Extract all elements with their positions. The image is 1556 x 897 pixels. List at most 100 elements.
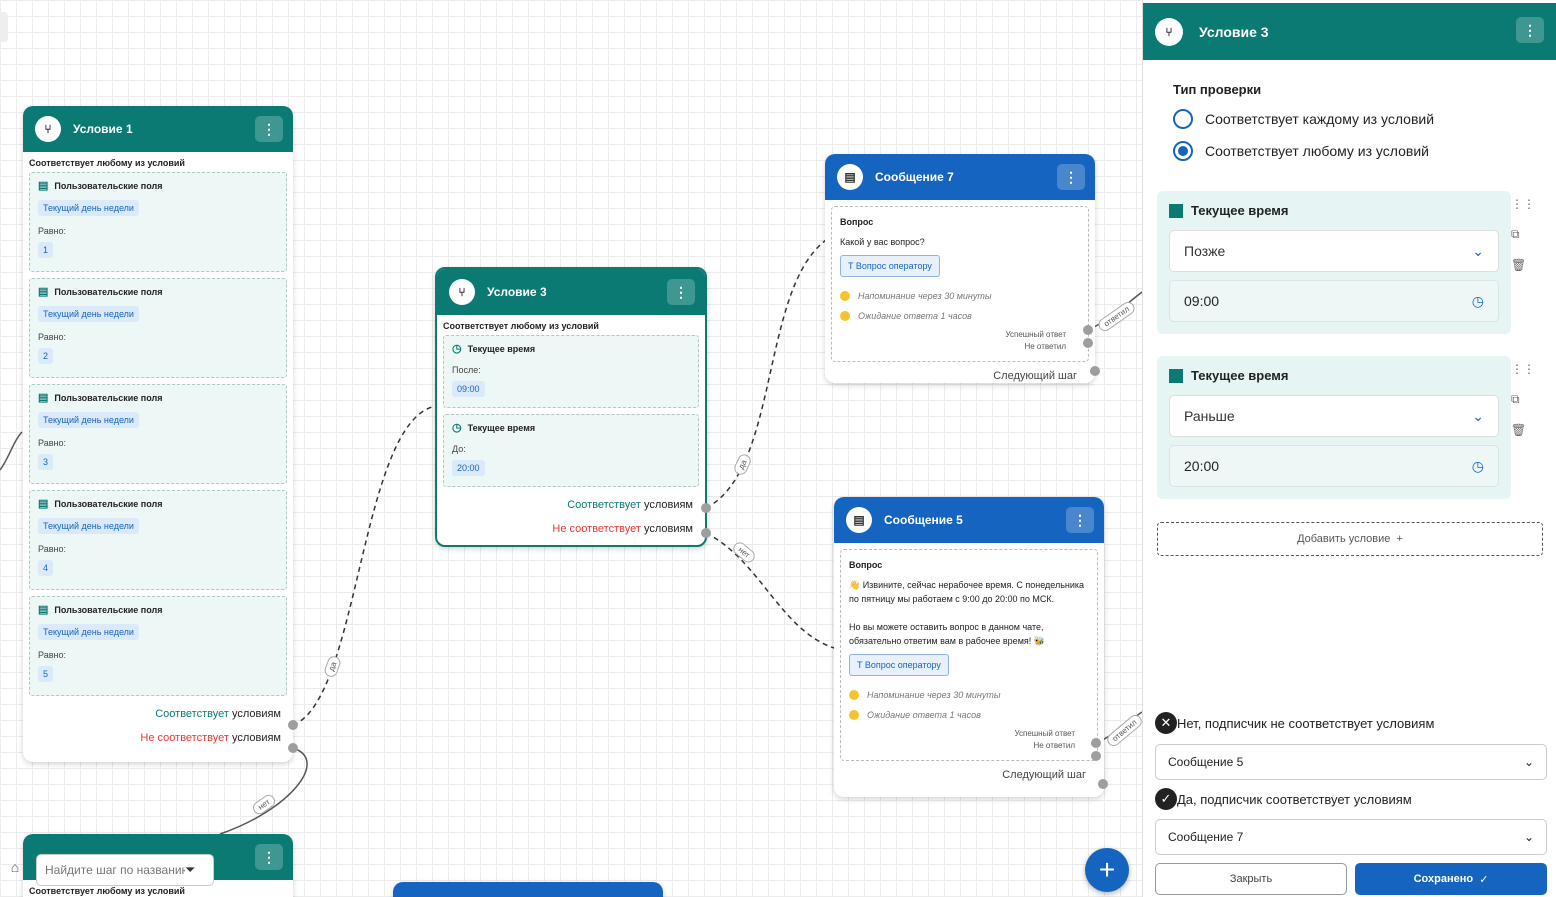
operator-label: До: — [452, 444, 466, 454]
output-success: Успешный ответ — [1005, 330, 1066, 339]
color-square — [1169, 368, 1183, 383]
reply-button-chip: T Вопрос оператору — [840, 255, 940, 277]
output-port-no-answer[interactable] — [1091, 751, 1101, 761]
clock-icon: ◷ — [452, 343, 462, 355]
condition-title: Текущее время — [1169, 368, 1499, 383]
copy-icon[interactable]: ⧉ — [1511, 392, 1535, 407]
condition-actions: ⋮⋮ ⧉ 🗑 — [1511, 197, 1535, 272]
output-match: Соответствует условиям — [567, 499, 693, 511]
clock-icon — [840, 311, 850, 321]
more-menu-button[interactable]: ⋮ — [667, 279, 695, 305]
branch-icon: ⑂ — [35, 116, 61, 142]
drag-handle-icon[interactable]: ⋮⋮ — [1511, 197, 1535, 211]
node-condition-1[interactable]: ⑂ Условие 1 ⋮ Соответствует любому из ус… — [23, 106, 293, 762]
yes-branch-select[interactable]: Сообщение 7 ⌄ — [1155, 819, 1547, 855]
check-type-section: Тип проверки Соответствует каждому из ус… — [1173, 82, 1434, 161]
message-content: Вопрос Какой у вас вопрос? T Вопрос опер… — [831, 206, 1089, 362]
field-chip: Текущий день недели — [38, 412, 139, 428]
copy-icon[interactable]: ⧉ — [1511, 227, 1535, 242]
edge-cond3-no — [705, 532, 835, 649]
node-header: ⑂ Условие 1 ⋮ — [23, 106, 293, 152]
more-menu-button[interactable]: ⋮ — [255, 844, 283, 870]
add-condition-button[interactable]: Добавить условие + — [1157, 522, 1543, 556]
clock-icon: ◷ — [1471, 292, 1484, 309]
operator-label: Равно: — [38, 226, 66, 236]
trash-icon[interactable]: 🗑 — [1511, 423, 1535, 437]
condition-item: ◷ Текущее время До: 20:00 — [443, 414, 699, 487]
output-port-nomatch[interactable] — [701, 528, 711, 538]
more-menu-button[interactable]: ⋮ — [1066, 507, 1094, 533]
field-chip: Текущий день недели — [38, 200, 139, 216]
condition-title: Текущее время — [1169, 203, 1499, 218]
next-step-label: Следующий шаг — [1002, 769, 1086, 781]
reply-button-chip: T Вопрос оператору — [849, 654, 949, 676]
reminder-line: Напоминание через 30 минуты — [849, 688, 1089, 702]
value-chip: 09:00 — [452, 381, 485, 397]
operator-label: Равно: — [38, 438, 66, 448]
edge-label-answered: ответил — [1104, 712, 1142, 749]
output-port-success[interactable] — [1091, 738, 1101, 748]
operator-label: Равно: — [38, 332, 66, 342]
wait-line: Ожидание ответа 1 часов — [849, 708, 1089, 722]
close-circle-icon: ✕ — [1155, 712, 1177, 734]
output-port-no-answer[interactable] — [1083, 338, 1093, 348]
no-branch-select[interactable]: Сообщение 5 ⌄ — [1155, 744, 1547, 780]
message-content: Вопрос 👋 Извините, сейчас нерабочее врем… — [840, 549, 1098, 761]
drag-handle-icon[interactable]: ⋮⋮ — [1511, 362, 1535, 376]
output-port-next[interactable] — [1090, 366, 1100, 376]
search-input[interactable] — [45, 863, 185, 877]
more-menu-button[interactable]: ⋮ — [1057, 164, 1085, 190]
plus-icon: + — [1396, 533, 1403, 545]
check-circle-icon: ✓ — [1479, 873, 1489, 886]
more-menu-button[interactable]: ⋮ — [1516, 17, 1544, 43]
document-icon: ▤ — [38, 392, 49, 404]
text-icon: T — [848, 261, 854, 271]
node-message-7[interactable]: ▤ Сообщение 7 ⋮ Вопрос Какой у вас вопро… — [825, 154, 1095, 383]
time-input[interactable]: 20:00 ◷ — [1169, 445, 1499, 487]
clock-icon — [849, 710, 859, 720]
output-port-match[interactable] — [701, 503, 711, 513]
output-port-success[interactable] — [1083, 325, 1093, 335]
search-box[interactable]: ⏷ — [36, 854, 214, 886]
color-square — [1169, 203, 1183, 218]
branch-icon: ⑂ — [1155, 17, 1183, 46]
value-chip: 20:00 — [452, 460, 485, 476]
node-condition-3[interactable]: ⑂ Условие 3 ⋮ Соответствует любому из ус… — [435, 267, 707, 547]
more-menu-button[interactable]: ⋮ — [255, 116, 283, 142]
tag-icon[interactable]: ⌂ — [2, 856, 28, 878]
add-step-button[interactable]: + — [1085, 848, 1129, 892]
condition-item-title: ▤ Пользовательские поля — [38, 392, 163, 404]
output-port-match[interactable] — [288, 720, 298, 730]
chevron-down-icon: ⌄ — [1523, 830, 1534, 844]
output-port-next[interactable] — [1098, 779, 1108, 789]
condition-item-title: ◷ Текущее время — [452, 422, 536, 434]
radio-option-any[interactable]: Соответствует любому из условий — [1173, 141, 1434, 161]
clock-icon — [840, 291, 850, 301]
flow-canvas[interactable]: да нет да нет ответил ответил ⑂ Условие … — [0, 0, 1142, 897]
condition-card: Текущее время Позже ⌄ 09:00 ◷ ⋮⋮ ⧉ 🗑 — [1157, 191, 1535, 334]
filter-icon[interactable]: ⏷ — [185, 862, 195, 878]
node-bottom-blue[interactable] — [393, 882, 663, 897]
collapsed-toolbar[interactable] — [0, 12, 8, 42]
wait-line: Ожидание ответа 1 часов — [840, 309, 1080, 323]
operator-select[interactable]: Позже ⌄ — [1169, 230, 1499, 272]
check-type-label: Тип проверки — [1173, 82, 1262, 97]
radio-button[interactable] — [1173, 109, 1193, 129]
branch-icon: ⑂ — [449, 279, 475, 305]
message-icon: ▤ — [837, 164, 863, 190]
node-title: Условие 3 — [487, 285, 547, 299]
close-button[interactable]: Закрыть — [1155, 863, 1347, 895]
value-chip: 5 — [38, 666, 54, 682]
node-message-5[interactable]: ▤ Сообщение 5 ⋮ Вопрос 👋 Извините, сейча… — [834, 497, 1104, 797]
save-button[interactable]: Сохранено ✓ — [1355, 863, 1547, 895]
radio-option-all[interactable]: Соответствует каждому из условий — [1173, 109, 1434, 129]
clock-icon: ◷ — [1471, 457, 1484, 474]
chevron-down-icon: ⌄ — [1472, 407, 1484, 424]
node-title: Сообщение 7 — [875, 170, 954, 184]
message-icon: ▤ — [846, 507, 872, 533]
time-input[interactable]: 09:00 ◷ — [1169, 280, 1499, 322]
trash-icon[interactable]: 🗑 — [1511, 258, 1535, 272]
radio-button[interactable] — [1173, 141, 1193, 161]
output-port-nomatch[interactable] — [288, 743, 298, 753]
operator-select[interactable]: Раньше ⌄ — [1169, 395, 1499, 437]
